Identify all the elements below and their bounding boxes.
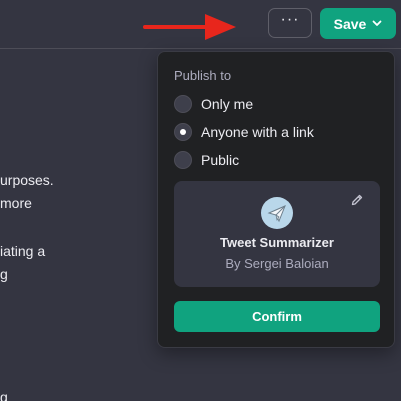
pencil-icon[interactable] [350,193,364,207]
confirm-button-label: Confirm [252,309,302,324]
radio-selected-dot [180,129,186,135]
save-button[interactable]: Save [320,8,396,39]
gpt-name: Tweet Summarizer [220,235,334,250]
confirm-button[interactable]: Confirm [174,301,380,332]
radio-option-label: Anyone with a link [201,124,314,140]
more-options-button[interactable]: ··· [268,8,312,38]
background-text-line: g [0,266,8,282]
publish-to-label: Publish to [174,68,232,83]
radio-button[interactable] [174,95,192,113]
radio-button[interactable] [174,151,192,169]
paper-plane-icon [267,205,286,223]
top-bar: ··· Save [0,0,401,49]
radio-option-label: Public [201,152,240,168]
radio-option-only-me[interactable]: Only me [174,93,253,115]
background-text-line: iating a [0,243,46,259]
background-text-line: more [0,195,32,211]
chevron-down-icon [372,20,382,26]
publish-popover: Publish to Only me Anyone with a link Pu… [157,51,395,348]
background-text-line: g [0,389,8,401]
radio-option-anyone-with-link[interactable]: Anyone with a link [174,121,314,143]
ellipsis-icon: ··· [280,10,300,28]
gpt-preview-card: Tweet Summarizer By Sergei Baloian [174,181,380,287]
save-button-label: Save [333,15,367,32]
radio-option-public[interactable]: Public [174,149,239,171]
app-root: ··· Save urposes. more iating a g g Publ… [0,0,401,401]
radio-button-selected[interactable] [174,123,192,141]
red-arrow-annotation [143,14,236,40]
radio-option-label: Only me [201,96,254,112]
gpt-author: By Sergei Baloian [225,256,329,271]
gpt-avatar [261,197,293,229]
background-text-line: urposes. [0,172,54,188]
